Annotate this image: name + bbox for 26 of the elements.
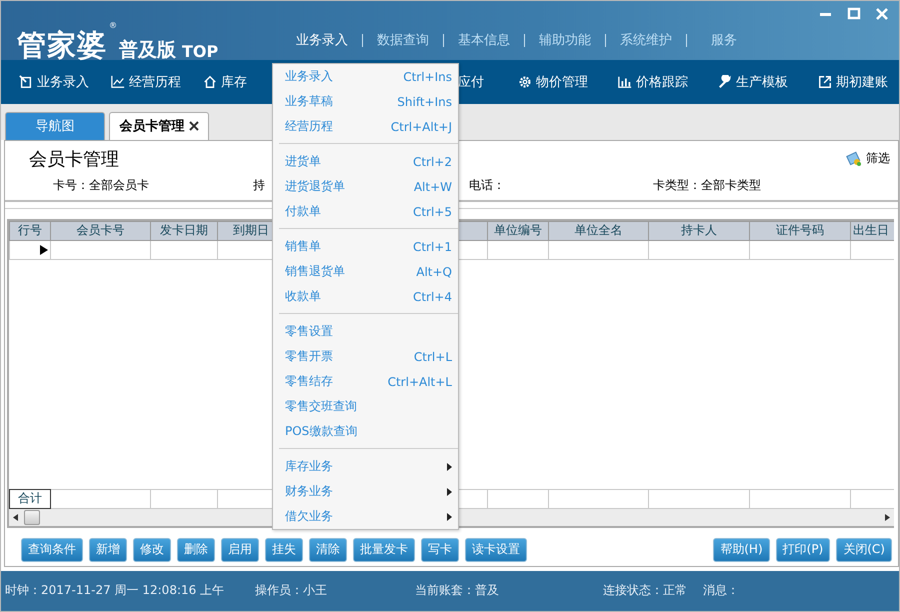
total-cell: 合计 (10, 489, 50, 508)
status-text: 消息： (703, 582, 740, 600)
shortcut-label: Ctrl+Alt+L (388, 374, 452, 388)
shortcut-label: Ctrl+4 (412, 290, 452, 304)
status-text: 操作员：小王 (255, 582, 328, 600)
filter-label: 卡号：全部会员卡 (53, 176, 149, 194)
page-title: 会员卡管理 (29, 148, 119, 171)
shortcut-label: Ctrl+L (414, 350, 452, 364)
shortcut-label: Shift+Ins (397, 94, 452, 108)
logo-text: 管家婆 (17, 31, 107, 60)
shortcut-label: Ctrl+1 (412, 240, 452, 254)
edition-label: 普及版 (119, 41, 176, 60)
status-text: 当前账套：普及 (415, 582, 500, 600)
shortcut-label: Alt+W (414, 180, 452, 194)
status-text: 连接状态：正常 (603, 582, 688, 600)
shortcut-label: Alt+Q (416, 264, 452, 278)
shortcut-label: Ctrl+Alt+J (390, 120, 452, 134)
status-text: 时钟：2017-11-27 周一 12:08:16 上午 (5, 582, 226, 600)
shortcut-label: Ctrl+Ins (403, 70, 452, 84)
filter-label: 电话： (469, 176, 505, 194)
edition-suffix: TOP (182, 44, 218, 60)
filter-label: 卡类型：全部卡类型 (653, 176, 761, 194)
registered-mark: ® (109, 21, 117, 30)
shortcut-label: Ctrl+2 (412, 154, 452, 168)
filter-label: 持 (253, 176, 265, 194)
shortcut-label: Ctrl+5 (412, 204, 452, 218)
